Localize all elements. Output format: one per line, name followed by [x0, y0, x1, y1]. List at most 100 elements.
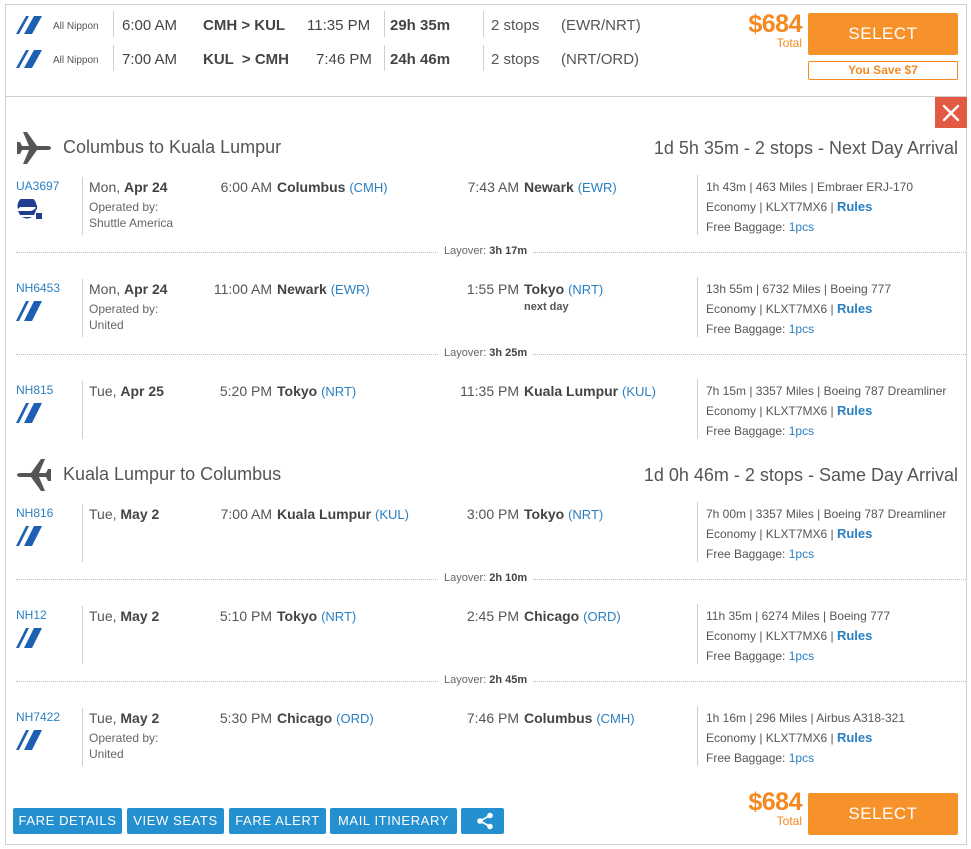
ana-stripes-icon: [16, 16, 42, 34]
ana-stripes-icon: [16, 628, 42, 648]
itinerary-summary: All Nippon 6:00 AM CMH > KUL 11:35 PM 29…: [5, 4, 967, 97]
divider: [384, 11, 385, 37]
flight-details: 7h 00m | 3357 Miles | Boeing 787 Dreamli…: [706, 507, 947, 521]
fare-details-button[interactable]: FARE DETAILS: [13, 808, 122, 834]
cabin-fare: Economy | KLXT7MX6 | Rules: [706, 403, 873, 418]
arrival-time: 2:45 PM: [466, 608, 519, 624]
arrival-city: Tokyo (NRT): [524, 281, 604, 297]
departure-city: Tokyo (NRT): [277, 608, 357, 624]
flight-details: 7h 15m | 3357 Miles | Boeing 787 Dreamli…: [706, 384, 947, 398]
cabin-fare: Economy | KLXT7MX6 | Rules: [706, 301, 873, 316]
departure-city: Chicago (ORD): [277, 710, 374, 726]
direction-summary: 1d 5h 35m - 2 stops - Next Day Arrival: [653, 138, 958, 158]
segment-date: Mon, Apr 24: [89, 179, 168, 195]
baggage: Free Baggage: 1pcs: [706, 649, 815, 663]
operated-by: Operated by: Shuttle America: [89, 200, 174, 230]
arrival-city: Columbus (CMH): [524, 710, 635, 726]
price-label: Total: [776, 36, 802, 50]
baggage-link[interactable]: 1pcs: [789, 220, 814, 234]
layover-label: Layover: 3h 17m: [439, 245, 533, 257]
baggage-link[interactable]: 1pcs: [789, 547, 814, 561]
direction-title: Columbus to Kuala Lumpur: [63, 137, 282, 157]
baggage-link[interactable]: 1pcs: [789, 322, 814, 336]
ana-stripes-icon: [16, 730, 42, 750]
summary-duration: 29h 35m: [390, 17, 451, 34]
mail-itinerary-button[interactable]: MAIL ITINERARY: [330, 808, 457, 834]
direction-summary: 1d 0h 46m - 2 stops - Same Day Arrival: [643, 465, 958, 485]
flight-segment: NH815 Tue, Apr 25 5:20 PM Tokyo (NRT) 11…: [6, 379, 968, 445]
rules-link[interactable]: Rules: [837, 526, 872, 541]
flight-details: 13h 55m | 6732 Miles | Boeing 777: [706, 282, 892, 296]
summary-route: KUL > CMH: [203, 51, 289, 68]
rules-link[interactable]: Rules: [837, 628, 872, 643]
rules-link[interactable]: Rules: [837, 199, 872, 214]
itinerary-details: Columbus to Kuala Lumpur 1d 5h 35m - 2 s…: [5, 96, 967, 845]
layover-divider: Layover: 2h 45m: [16, 674, 966, 695]
divider: [483, 45, 484, 71]
flight-number-link[interactable]: NH815: [16, 383, 53, 397]
select-button[interactable]: SELECT: [808, 13, 958, 55]
departure-time: 5:20 PM: [219, 383, 272, 399]
flight-number-link[interactable]: NH816: [16, 506, 53, 520]
direction-header-return: Kuala Lumpur to Columbus 1d 0h 46m - 2 s…: [6, 454, 968, 494]
divider: [82, 606, 83, 664]
baggage-link[interactable]: 1pcs: [789, 649, 814, 663]
fare-alert-button[interactable]: FARE ALERT: [229, 808, 326, 834]
baggage: Free Baggage: 1pcs: [706, 220, 815, 234]
baggage: Free Baggage: 1pcs: [706, 547, 815, 561]
segment-info: 1h 43m | 463 Miles | Embraer ERJ-170 Eco…: [706, 177, 913, 237]
flight-number-link[interactable]: NH6453: [16, 281, 60, 295]
summary-via: (NRT/ORD): [561, 51, 640, 68]
divider: [384, 45, 385, 71]
share-icon: [477, 812, 493, 830]
summary-price: $684 Total: [742, 11, 802, 49]
flight-number-link[interactable]: NH12: [16, 608, 47, 622]
select-button[interactable]: SELECT: [808, 793, 958, 835]
segment-info: 7h 00m | 3357 Miles | Boeing 787 Dreamli…: [706, 504, 946, 564]
divider: [697, 502, 698, 562]
summary-row-return[interactable]: All Nippon 7:00 AM KUL > CMH 7:46 PM 24h…: [6, 43, 796, 73]
summary-route: CMH > KUL: [203, 17, 286, 34]
rules-link[interactable]: Rules: [837, 730, 872, 745]
summary-dep-time: 7:00 AM: [122, 51, 178, 68]
departure-time: 7:00 AM: [220, 506, 272, 522]
next-day-note: next day: [524, 301, 569, 313]
divider: [697, 175, 698, 235]
segment-date: Tue, Apr 25: [89, 383, 164, 399]
flight-segment: NH6453 Mon, Apr 24 Operated by: United 11…: [6, 277, 968, 343]
cabin-fare: Economy | KLXT7MX6 | Rules: [706, 199, 873, 214]
segment-info: 11h 35m | 6274 Miles | Boeing 777 Econom…: [706, 606, 890, 666]
baggage: Free Baggage: 1pcs: [706, 322, 815, 336]
savings-badge: You Save $7: [808, 61, 958, 80]
cabin-fare: Economy | KLXT7MX6 | Rules: [706, 526, 873, 541]
ana-stripes-icon: [16, 526, 42, 546]
divider: [82, 504, 83, 562]
arrival-time: 7:46 PM: [466, 710, 519, 726]
layover-divider: Layover: 3h 17m: [16, 245, 966, 266]
segment-date: Mon, Apr 24: [89, 281, 168, 297]
flight-details: 11h 35m | 6274 Miles | Boeing 777: [706, 609, 891, 623]
summary-via: (EWR/NRT): [561, 17, 641, 34]
baggage-link[interactable]: 1pcs: [789, 424, 814, 438]
baggage-link[interactable]: 1pcs: [789, 751, 814, 765]
flight-number-link[interactable]: UA3697: [16, 179, 59, 193]
rules-link[interactable]: Rules: [837, 301, 872, 316]
departure-time: 6:00 AM: [220, 179, 272, 195]
share-button[interactable]: [461, 808, 504, 834]
close-button[interactable]: [935, 97, 967, 128]
departure-city: Newark (EWR): [277, 281, 370, 297]
flight-number-link[interactable]: NH7422: [16, 710, 60, 724]
baggage: Free Baggage: 1pcs: [706, 424, 815, 438]
layover-divider: Layover: 2h 10m: [16, 572, 966, 593]
segment-info: 13h 55m | 6732 Miles | Boeing 777 Econom…: [706, 279, 891, 339]
summary-stops: 2 stops: [491, 17, 540, 34]
baggage: Free Baggage: 1pcs: [706, 751, 815, 765]
arrival-time: 1:55 PM: [466, 281, 519, 297]
divider: [697, 277, 698, 337]
rules-link[interactable]: Rules: [837, 403, 872, 418]
departure-city: Tokyo (NRT): [277, 383, 357, 399]
view-seats-button[interactable]: VIEW SEATS: [127, 808, 224, 834]
cabin-fare: Economy | KLXT7MX6 | Rules: [706, 628, 873, 643]
flight-segment: NH816 Tue, May 2 7:00 AM Kuala Lumpur (K…: [6, 502, 968, 568]
summary-row-outbound[interactable]: All Nippon 6:00 AM CMH > KUL 11:35 PM 29…: [6, 9, 796, 39]
